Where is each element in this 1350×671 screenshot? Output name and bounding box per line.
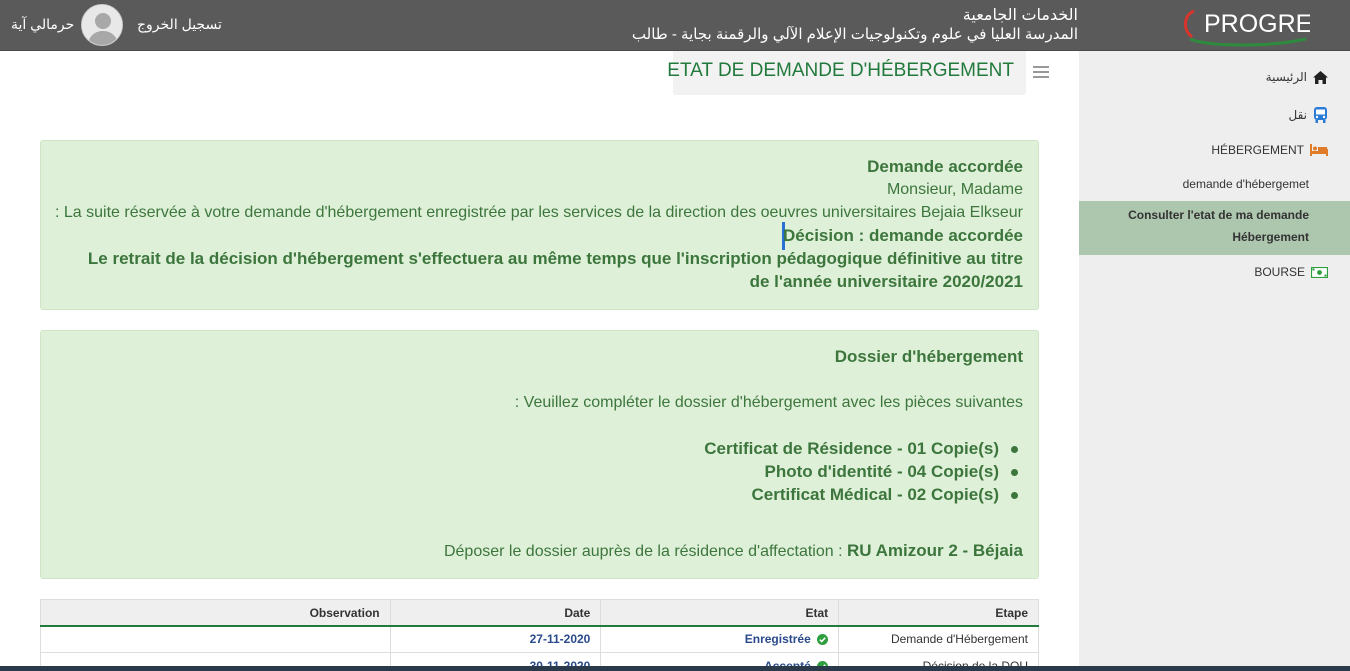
column-header-etape: Etape bbox=[838, 599, 1039, 627]
user-avatar-icon bbox=[82, 5, 122, 45]
page-title-box: ETAT DE DEMANDE D'HÉBERGEMENT bbox=[667, 51, 1026, 95]
sidebar-item-bourse[interactable]: BOURSE bbox=[1254, 265, 1328, 279]
money-icon bbox=[1311, 266, 1328, 278]
bullet-icon bbox=[1011, 446, 1018, 453]
check-circle-icon bbox=[817, 634, 829, 646]
svg-text:PROGRES: PROGRES bbox=[1204, 10, 1310, 38]
retrait-text-1: Le retrait de la décision d'hébergement … bbox=[87, 249, 1023, 268]
status-table: Observation Date Etat Etape 27-11-2020 E… bbox=[40, 599, 1039, 671]
salutation-text: Monsieur, Madame bbox=[886, 181, 1023, 198]
sidebar-item-hebergement[interactable]: HÉBERGEMENT bbox=[1211, 143, 1328, 157]
table-row: 27-11-2020 Enregistrée Demande d'Héberge… bbox=[40, 625, 1039, 653]
sidebar-subitem-consulter-label-2[interactable]: Hébergement bbox=[1232, 230, 1309, 244]
avatar[interactable] bbox=[81, 4, 123, 46]
cell-date: 27-11-2020 bbox=[389, 625, 602, 653]
deposit-line: Déposer le dossier auprès de la résidenc… bbox=[444, 541, 1023, 561]
bullet-icon bbox=[1011, 469, 1018, 476]
column-header-etat: Etat bbox=[600, 599, 840, 627]
user-name[interactable]: حرمالي آية bbox=[11, 16, 74, 33]
logout-link[interactable]: تسجيل الخروج bbox=[137, 16, 222, 33]
sidebar-subitem-demande[interactable]: demande d'hébergemet bbox=[1183, 177, 1309, 191]
sidebar-item-label: BOURSE bbox=[1254, 265, 1305, 279]
decision-alert: Demande accordée Monsieur, Madame : La s… bbox=[40, 140, 1039, 310]
bullet-icon bbox=[1011, 492, 1018, 499]
header-title: الخدمات الجامعية bbox=[962, 7, 1078, 24]
table-header-row: Observation Date Etat Etape bbox=[40, 599, 1039, 627]
sidebar-item-label: HÉBERGEMENT bbox=[1211, 143, 1304, 157]
sidebar-item-transport[interactable]: نقل bbox=[1289, 107, 1329, 123]
bed-icon bbox=[1310, 144, 1328, 156]
sidebar-item-label: الرئيسية bbox=[1265, 70, 1307, 84]
decision-text: Décision : demande accordée bbox=[783, 226, 1023, 245]
intro-text: : La suite réservée à votre demande d'hé… bbox=[54, 204, 1023, 221]
top-header: حرمالي آية تسجيل الخروج الخدمات الجامعية… bbox=[0, 0, 1350, 51]
cell-etat: Enregistrée bbox=[600, 625, 840, 653]
etat-label: Enregistrée bbox=[744, 632, 811, 647]
decision-heading: Demande accordée bbox=[867, 157, 1023, 176]
retrait-text-2: de l'année universitaire 2020/2021 bbox=[749, 272, 1023, 291]
dossier-alert: Dossier d'hébergement : Veuillez complét… bbox=[40, 330, 1039, 579]
bus-icon bbox=[1314, 107, 1327, 123]
progres-logo[interactable]: PROGRES bbox=[1180, 3, 1329, 47]
dossier-instruction: : Veuillez compléter le dossier d'héberg… bbox=[514, 394, 1023, 411]
page-title: ETAT DE DEMANDE D'HÉBERGEMENT bbox=[667, 60, 1014, 81]
sidebar-subitem-consulter-label[interactable]: Consulter l'etat de ma demande bbox=[1128, 208, 1309, 222]
progres-logo-icon: PROGRES bbox=[1184, 9, 1329, 47]
header-subtitle: المدرسة العليا في علوم وتكنولوجيات الإعل… bbox=[631, 26, 1078, 43]
sidebar-item-home[interactable]: الرئيسية bbox=[1266, 70, 1328, 84]
list-item: Certificat Médical - 02 Copie(s) bbox=[751, 485, 999, 504]
taskbar-edge bbox=[0, 666, 1350, 671]
sidebar: الرئيسية نقل HÉBERGEMENT demande d'héber… bbox=[1079, 51, 1350, 671]
list-item: Photo d'identité - 04 Copie(s) bbox=[764, 462, 1000, 481]
deposit-text: Déposer le dossier auprès de la résidenc… bbox=[443, 543, 847, 560]
column-header-observation: Observation bbox=[40, 599, 391, 627]
dossier-heading: Dossier d'hébergement bbox=[834, 347, 1023, 366]
cell-etape: Demande d'Hébergement bbox=[838, 625, 1039, 653]
home-icon bbox=[1313, 70, 1328, 84]
residence-name: RU Amizour 2 - Béjaia bbox=[846, 541, 1023, 560]
list-item: Certificat de Résidence - 01 Copie(s) bbox=[704, 439, 999, 458]
sidebar-item-label: نقل bbox=[1288, 108, 1308, 122]
hamburger-menu-icon[interactable] bbox=[1033, 66, 1049, 80]
column-header-date: Date bbox=[389, 599, 602, 627]
cell-observation bbox=[40, 625, 391, 653]
